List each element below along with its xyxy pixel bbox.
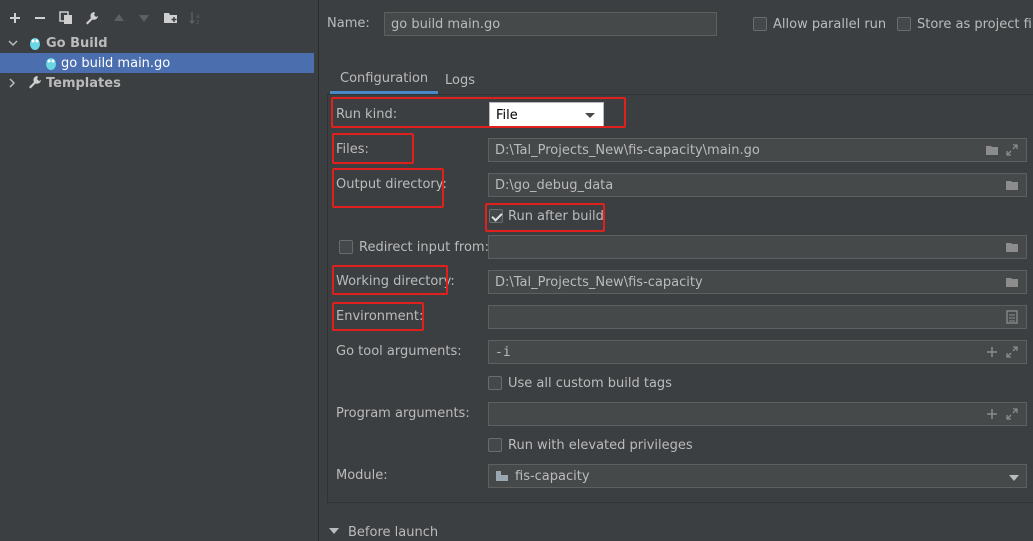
program-args-label: Program arguments:: [336, 406, 470, 421]
working-dir-label: Working directory:: [336, 274, 455, 289]
tab-configuration[interactable]: Configuration: [330, 66, 439, 94]
minus-icon[interactable]: [31, 9, 49, 27]
output-dir-label: Output directory:: [336, 177, 447, 192]
run-kind-label: Run kind:: [336, 107, 398, 122]
working-dir-input-value: D:\Tal_Projects_New\fis-capacity: [495, 274, 703, 290]
arrow-up-icon: [110, 9, 128, 27]
redirect-input-field[interactable]: [488, 235, 1027, 259]
chevron-down-icon[interactable]: [8, 39, 20, 47]
tree-item-go-build[interactable]: Go Build: [0, 33, 314, 53]
tree-toolbar: az: [0, 0, 319, 34]
folder-add-icon[interactable]: [162, 9, 180, 27]
tree-item-label: go build main.go: [61, 55, 171, 71]
go-tool-args-input-value: -i: [495, 344, 511, 360]
expand-icon[interactable]: [1004, 143, 1020, 157]
sort-icon: az: [187, 9, 205, 27]
folder-icon[interactable]: [1004, 240, 1020, 254]
chevron-right-icon[interactable]: [8, 78, 20, 88]
name-input[interactable]: go build main.go: [384, 12, 717, 36]
gopher-icon: [28, 35, 44, 51]
before-launch-label[interactable]: Before launch: [348, 525, 438, 540]
store-project-file-label: Store as project file: [917, 17, 1033, 32]
expand-icon[interactable]: [1004, 345, 1020, 359]
document-icon[interactable]: [1004, 310, 1020, 324]
expand-icon[interactable]: [1004, 407, 1020, 421]
wrench-icon: [28, 75, 44, 91]
working-dir-input[interactable]: D:\Tal_Projects_New\fis-capacity: [488, 270, 1027, 294]
tab-label: Logs: [445, 72, 475, 88]
program-args-input[interactable]: [488, 402, 1027, 426]
module-icon: [495, 470, 511, 482]
configurations-tree-panel: az Go Build go build main.go Templates: [0, 0, 319, 541]
configuration-editor: Name: go build main.go Allow parallel ru…: [320, 0, 1033, 541]
module-label: Module:: [336, 468, 388, 483]
folder-icon[interactable]: [1004, 275, 1020, 289]
custom-build-tags-label: Use all custom build tags: [508, 376, 672, 391]
run-after-build-checkbox[interactable]: [489, 209, 503, 223]
folder-icon[interactable]: [984, 143, 1000, 157]
environment-label: Environment:: [336, 309, 424, 324]
run-after-build-label: Run after build: [508, 209, 604, 224]
svg-text:z: z: [196, 19, 199, 25]
allow-parallel-label: Allow parallel run: [773, 17, 887, 32]
tree-item-label: Templates: [46, 75, 121, 91]
tree-item-go-build-main[interactable]: go build main.go: [0, 53, 314, 73]
module-value: fis-capacity: [515, 468, 590, 484]
run-kind-dropdown[interactable]: File: [489, 102, 604, 128]
redirect-input-checkbox[interactable]: [339, 240, 353, 254]
tab-label: Configuration: [340, 71, 429, 86]
elevated-privileges-checkbox[interactable]: [488, 438, 502, 452]
plus-icon[interactable]: [6, 9, 24, 27]
files-input[interactable]: D:\Tal_Projects_New\fis-capacity\main.go: [488, 138, 1027, 162]
go-tool-args-label: Go tool arguments:: [336, 344, 462, 359]
output-dir-input[interactable]: D:\go_debug_data: [488, 173, 1027, 197]
redirect-input-label: Redirect input from:: [359, 240, 489, 255]
chevron-down-icon: [1006, 471, 1022, 485]
run-kind-value: File: [496, 107, 518, 123]
arrow-down-icon: [135, 9, 153, 27]
copy-icon[interactable]: [57, 9, 75, 27]
module-dropdown[interactable]: fis-capacity: [488, 464, 1027, 488]
tab-logs[interactable]: Logs: [435, 66, 485, 94]
files-label: Files:: [336, 142, 369, 157]
wrench-icon[interactable]: [83, 9, 101, 27]
store-project-file-checkbox[interactable]: [897, 17, 911, 31]
plus-icon[interactable]: [984, 345, 1000, 359]
name-label: Name:: [327, 16, 370, 31]
go-tool-args-input[interactable]: -i: [488, 340, 1027, 364]
chevron-down-icon: [585, 113, 595, 118]
folder-icon[interactable]: [1004, 178, 1020, 192]
custom-build-tags-checkbox[interactable]: [488, 376, 502, 390]
name-input-value: go build main.go: [391, 16, 501, 32]
environment-input[interactable]: [488, 305, 1027, 329]
files-input-value: D:\Tal_Projects_New\fis-capacity\main.go: [495, 142, 760, 158]
gopher-icon: [44, 55, 60, 71]
tree-item-label: Go Build: [46, 35, 108, 51]
elevated-privileges-label: Run with elevated privileges: [508, 438, 693, 453]
output-dir-input-value: D:\go_debug_data: [495, 177, 614, 193]
plus-icon[interactable]: [984, 407, 1000, 421]
collapse-triangle-icon[interactable]: [329, 528, 339, 535]
allow-parallel-checkbox[interactable]: [753, 17, 767, 31]
tree-item-templates[interactable]: Templates: [0, 73, 314, 93]
